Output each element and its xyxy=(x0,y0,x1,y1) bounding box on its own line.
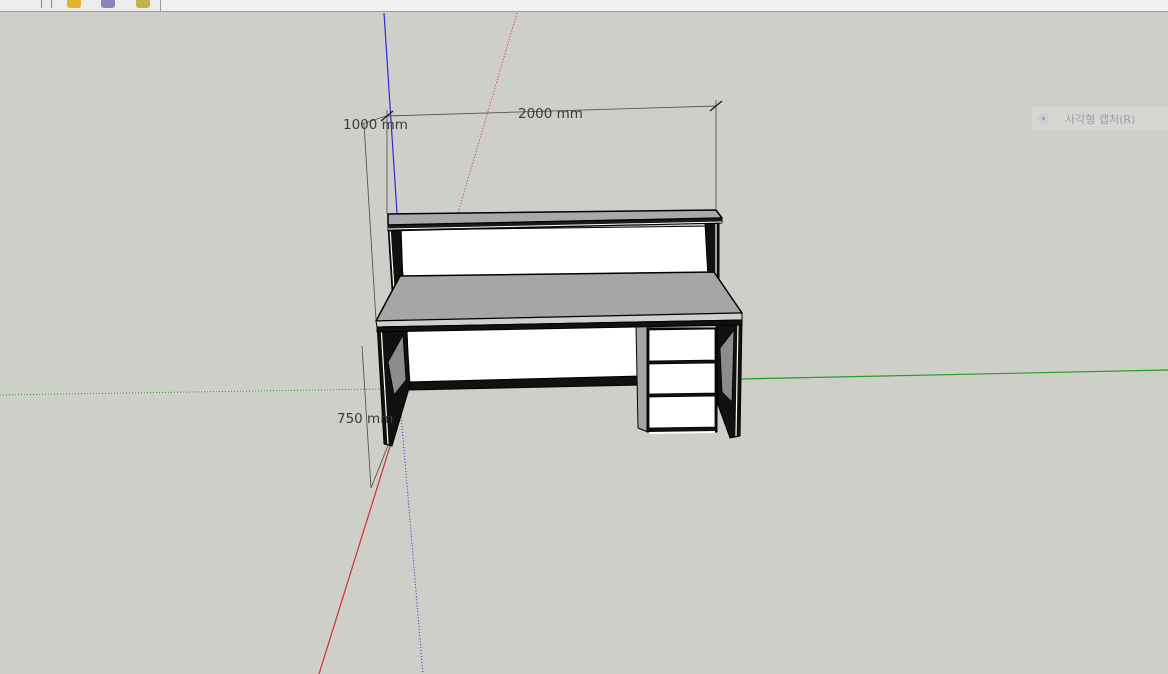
hutch-back-panel xyxy=(398,225,713,277)
green-axis-positive xyxy=(739,369,1168,380)
capture-hint-label: 사각형 캡처(R) xyxy=(1065,112,1136,126)
drawer-base xyxy=(648,431,716,434)
drawer-middle[interactable] xyxy=(648,362,716,395)
width-dimension-label: 2000 mm xyxy=(518,106,583,122)
record-icon xyxy=(1038,113,1049,124)
red-axis-positive xyxy=(318,439,393,674)
desk-height-dimension-label: 750 mm xyxy=(337,411,393,427)
desk-top-surface xyxy=(375,271,743,322)
drawer-top[interactable] xyxy=(648,328,716,362)
drawer-bottom[interactable] xyxy=(648,395,716,429)
total-height-dimension-label: 1000 mm xyxy=(343,117,408,133)
desk-model[interactable] xyxy=(375,209,743,447)
blue-axis-negative xyxy=(399,401,424,674)
drawer-unit-side xyxy=(635,325,649,433)
capture-hint-tooltip[interactable]: 사각형 캡처(R) xyxy=(1032,107,1168,130)
green-axis-negative xyxy=(0,388,383,396)
height-dimension-line xyxy=(363,123,377,321)
desk-height-extension-bottom xyxy=(370,442,390,489)
3d-viewport[interactable]: 2000 mm 1000 mm 750 mm xyxy=(0,0,1168,674)
desk-back-panel xyxy=(406,325,641,385)
